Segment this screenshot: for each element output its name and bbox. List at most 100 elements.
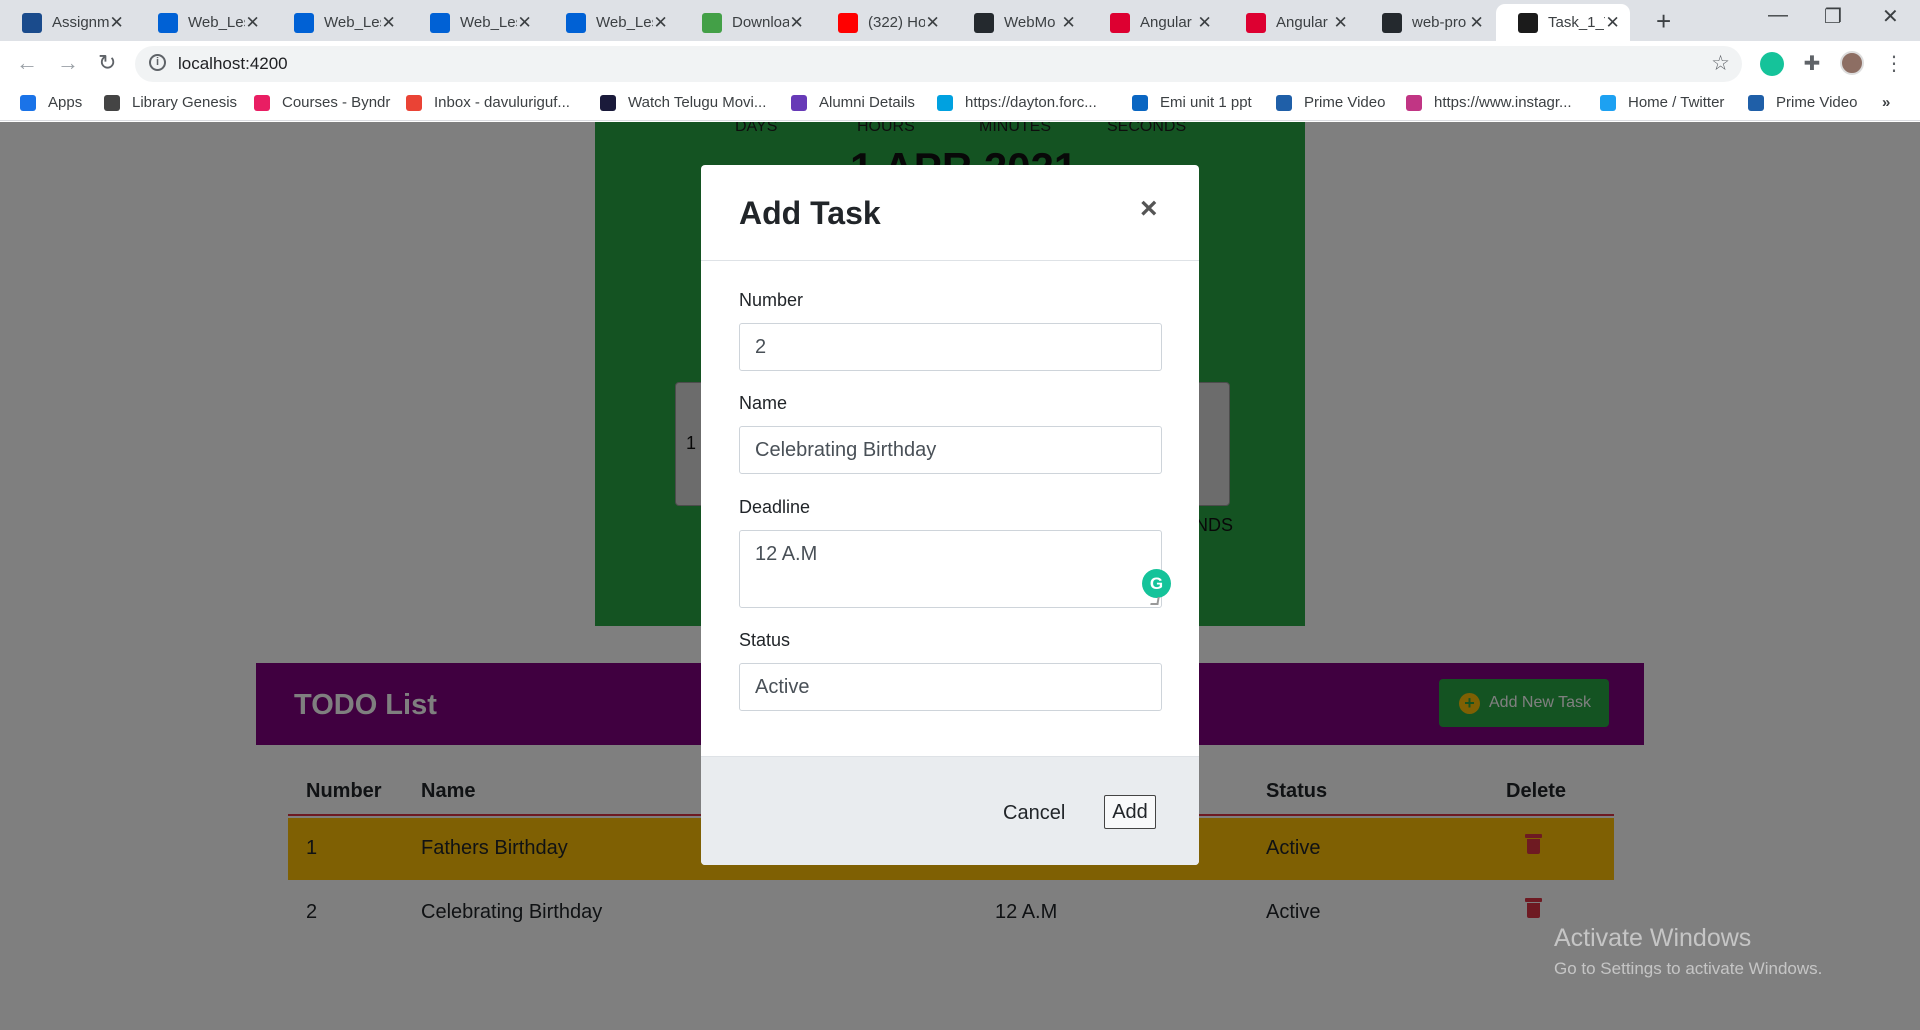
umkc-icon: [22, 12, 42, 33]
list-icon: [791, 94, 807, 111]
tab-title: (322) Ho: [868, 14, 926, 31]
modal-header: Add Task ×: [701, 165, 1199, 261]
more-bookmarks-icon[interactable]: »: [1882, 94, 1890, 111]
grammarly-icon[interactable]: G: [1142, 569, 1171, 598]
tab-close-icon[interactable]: ✕: [109, 13, 124, 33]
bookmark-label: Prime Video: [1304, 94, 1386, 111]
browser-tab[interactable]: Angular ✕: [1224, 4, 1358, 41]
tab-close-icon[interactable]: ✕: [1197, 13, 1212, 33]
box-icon: [158, 12, 178, 33]
close-window-icon[interactable]: ✕: [1882, 4, 1899, 29]
bookmark-item[interactable]: Prime Video: [1276, 94, 1385, 111]
tab-title: Web_Les: [188, 14, 246, 31]
tab-title: Web_Les: [596, 14, 654, 31]
close-icon[interactable]: ×: [1140, 192, 1158, 226]
tab-close-icon[interactable]: ✕: [653, 13, 668, 33]
tab-strip: Assignm ✕ Web_Les ✕ Web_Les ✕ Web_Les ✕ Web_Les ✕…: [0, 0, 1920, 41]
tab-title: Assignm: [52, 14, 110, 31]
tab-close-icon[interactable]: ✕: [517, 13, 532, 33]
forward-icon[interactable]: →: [57, 50, 79, 76]
linkedin-icon: [1132, 94, 1148, 111]
number-input[interactable]: 2: [739, 323, 1162, 371]
url-text[interactable]: localhost:4200: [178, 54, 288, 74]
extensions-puzzle-icon[interactable]: ✚: [1800, 52, 1824, 76]
tab-title: Downloa: [732, 14, 790, 31]
profile-avatar[interactable]: [1840, 51, 1864, 75]
chrome-menu-icon[interactable]: ⋮: [1882, 52, 1906, 76]
tab-close-icon[interactable]: ✕: [925, 13, 940, 33]
deadline-textarea[interactable]: 12 A.M G: [739, 530, 1171, 608]
bookmark-label: Home / Twitter: [1628, 94, 1725, 111]
back-icon[interactable]: ←: [16, 50, 38, 76]
tab-close-icon[interactable]: ✕: [1605, 13, 1620, 33]
name-input[interactable]: Celebrating Birthday: [739, 426, 1162, 474]
tab-close-icon[interactable]: ✕: [1469, 13, 1484, 33]
bookmark-item[interactable]: Inbox - davuluriguf...: [406, 94, 570, 111]
add-task-modal: Add Task × Number 2 Name Celebrating Bir…: [701, 165, 1199, 865]
address-bar[interactable]: i localhost:4200 ☆: [135, 46, 1742, 82]
angular-icon: [1518, 12, 1538, 33]
browser-tab[interactable]: WebMo ✕: [952, 4, 1086, 41]
bookmark-item[interactable]: Apps: [20, 94, 82, 111]
bookmark-item[interactable]: Prime Video: [1748, 94, 1857, 111]
bookmark-label: Alumni Details: [819, 94, 915, 111]
tab-close-icon[interactable]: ✕: [1061, 13, 1076, 33]
tab-title: Task_1_T: [1548, 14, 1605, 31]
github-icon: [974, 12, 994, 33]
bookmark-item[interactable]: Home / Twitter: [1600, 94, 1724, 111]
bookmark-item[interactable]: Watch Telugu Movi...: [600, 94, 766, 111]
browser-tab[interactable]: Angular ✕: [1088, 4, 1222, 41]
browser-tab[interactable]: (322) Ho ✕: [816, 4, 950, 41]
browser-tab[interactable]: Web_Les ✕: [408, 4, 542, 41]
browser-tab[interactable]: Web_Les ✕: [136, 4, 270, 41]
tab-title: Angular: [1276, 14, 1328, 31]
tab-close-icon[interactable]: ✕: [1333, 13, 1348, 33]
bookmark-item[interactable]: Emi unit 1 ppt: [1132, 94, 1252, 111]
browser-tab[interactable]: web-pro ✕: [1360, 4, 1494, 41]
bookmark-label: Inbox - davuluriguf...: [434, 94, 570, 111]
bookmark-star-icon[interactable]: ☆: [1711, 51, 1730, 76]
browser-tab[interactable]: Web_Les ✕: [544, 4, 678, 41]
browser-tab[interactable]: Task_1_T✕: [1496, 4, 1630, 41]
restore-icon[interactable]: ❐: [1824, 4, 1842, 29]
bookmark-label: Apps: [48, 94, 83, 111]
bookmark-item[interactable]: https://dayton.forc...: [937, 94, 1097, 111]
browser-tab[interactable]: Web_Les ✕: [272, 4, 406, 41]
gmail-icon: [406, 94, 422, 111]
deadline-label: Deadline: [739, 497, 811, 517]
tab-title: Web_Les: [324, 14, 382, 31]
new-tab-button[interactable]: +: [1656, 6, 1671, 37]
add-button[interactable]: Add: [1104, 795, 1156, 829]
twitter-icon: [1600, 94, 1616, 111]
status-label: Status: [739, 630, 791, 650]
tab-close-icon[interactable]: ✕: [789, 13, 804, 33]
browser-tab[interactable]: Assignm ✕: [0, 4, 134, 41]
bookmark-label: Courses - Byndr: [282, 94, 391, 111]
bookmark-label: Library Genesis: [132, 94, 238, 111]
bookmark-item[interactable]: Alumni Details: [791, 94, 915, 111]
bookmark-item[interactable]: Courses - Byndr: [254, 94, 390, 111]
browser-tab[interactable]: Downloa ✕: [680, 4, 814, 41]
watermark-line1: Activate Windows: [1554, 924, 1752, 952]
browser-toolbar: ← → ↻ i localhost:4200 ☆: [0, 41, 1920, 87]
bookmark-item[interactable]: Library Genesis: [104, 94, 237, 111]
reload-icon[interactable]: ↻: [98, 50, 116, 76]
tab-close-icon[interactable]: ✕: [381, 13, 396, 33]
library-icon: [104, 94, 120, 111]
grammarly-extension-icon[interactable]: [1760, 52, 1784, 76]
tab-title: WebMo: [1004, 14, 1056, 31]
bookmark-item[interactable]: https://www.instagr...: [1406, 94, 1572, 111]
status-input[interactable]: Active: [739, 663, 1162, 711]
minimize-icon[interactable]: —: [1768, 4, 1788, 27]
instagram-icon: [1406, 94, 1422, 111]
angular-icon: [1110, 12, 1130, 33]
deadline-value: 12 A.M: [755, 543, 818, 565]
salesforce-icon: [937, 94, 953, 111]
modal-title: Add Task: [739, 195, 881, 231]
site-info-icon[interactable]: i: [149, 54, 166, 71]
cancel-button[interactable]: Cancel: [1003, 802, 1065, 825]
tab-close-icon[interactable]: ✕: [245, 13, 260, 33]
prime-video-icon: [1748, 94, 1764, 111]
resize-handle[interactable]: [1150, 597, 1160, 605]
modal-footer: Cancel Add: [701, 756, 1199, 865]
